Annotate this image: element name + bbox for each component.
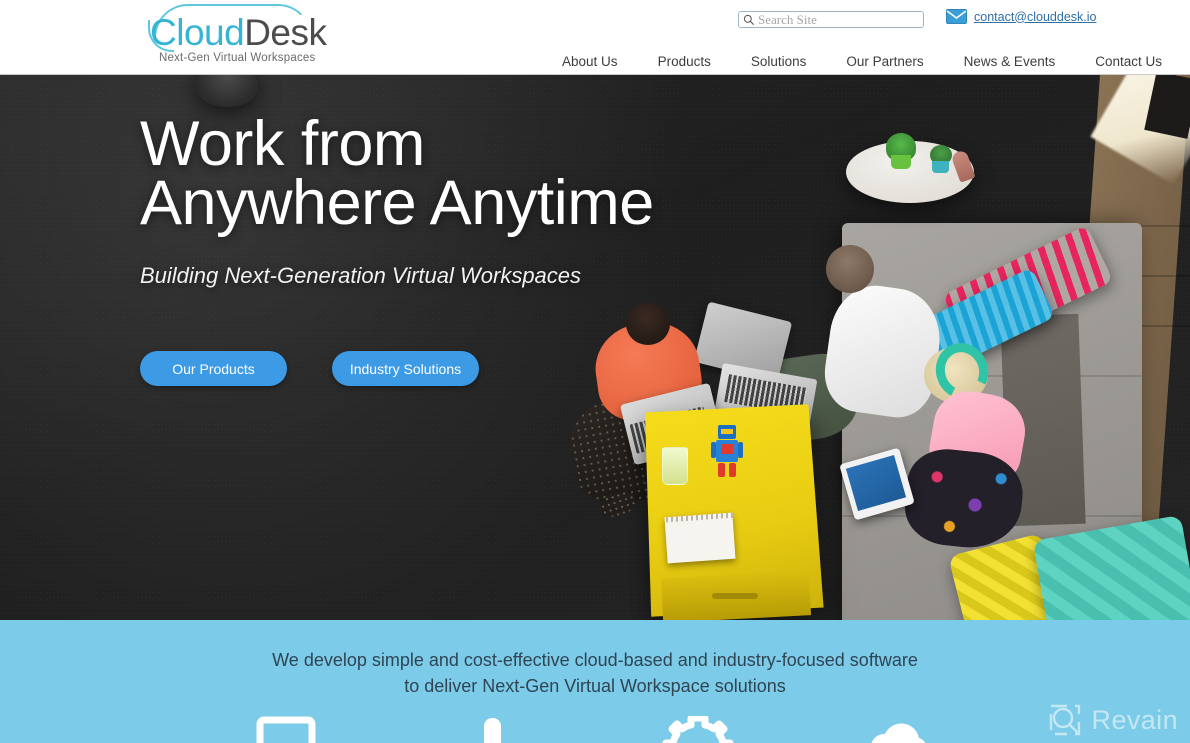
logo-text-cloud: Cloud: [150, 12, 245, 53]
plant-pot-teal: [932, 161, 949, 173]
our-products-button[interactable]: Our Products: [140, 351, 287, 386]
hero-button-group: Our Products Industry Solutions: [140, 351, 654, 386]
toy-robot: [710, 423, 744, 479]
search-input[interactable]: [756, 12, 923, 27]
hero-content: Work from Anywhere Anytime Building Next…: [140, 109, 654, 386]
logo-wordmark: CloudDesk: [150, 14, 327, 51]
nav-item-about-us[interactable]: About Us: [542, 52, 638, 72]
contact-email-link[interactable]: contact@clouddesk.io: [974, 10, 1096, 24]
revain-watermark: Revain: [1048, 703, 1178, 737]
monitor-icon[interactable]: [243, 716, 329, 743]
cloud-icon[interactable]: [861, 716, 947, 743]
search-icon: [742, 13, 756, 27]
value-proposition-band: We develop simple and cost-effective clo…: [0, 620, 1190, 743]
hero-section: Work from Anywhere Anytime Building Next…: [0, 75, 1190, 620]
search-box[interactable]: [738, 11, 924, 28]
plant-pot-green: [891, 155, 911, 169]
mobile-device-icon[interactable]: [449, 716, 535, 743]
nav-item-products[interactable]: Products: [638, 52, 731, 72]
hero-title: Work from Anywhere Anytime: [140, 109, 654, 238]
nav-item-contact-us[interactable]: Contact Us: [1075, 52, 1182, 72]
gear-icon[interactable]: [655, 716, 741, 743]
nav-item-solutions[interactable]: Solutions: [731, 52, 827, 72]
site-header: CloudDesk Next-Gen Virtual Workspaces co…: [0, 0, 1190, 75]
value-proposition-text: We develop simple and cost-effective clo…: [272, 650, 918, 696]
revain-logo-icon: [1048, 703, 1082, 737]
drinking-glass: [662, 447, 688, 485]
feature-icon-row: [0, 716, 1190, 743]
envelope-icon: [946, 9, 967, 24]
revain-label: Revain: [1091, 704, 1178, 735]
contact-email-block[interactable]: contact@clouddesk.io: [946, 9, 1096, 24]
logo-text-desk: Desk: [244, 12, 327, 53]
hero-subtitle: Building Next-Generation Virtual Workspa…: [140, 263, 582, 288]
industry-solutions-button[interactable]: Industry Solutions: [332, 351, 479, 386]
main-navigation: About Us Products Solutions Our Partners…: [0, 52, 1190, 72]
man-head: [826, 245, 874, 293]
nav-item-our-partners[interactable]: Our Partners: [826, 52, 943, 72]
nav-item-news-events[interactable]: News & Events: [944, 52, 1076, 72]
yellow-table-handle: [712, 593, 758, 599]
